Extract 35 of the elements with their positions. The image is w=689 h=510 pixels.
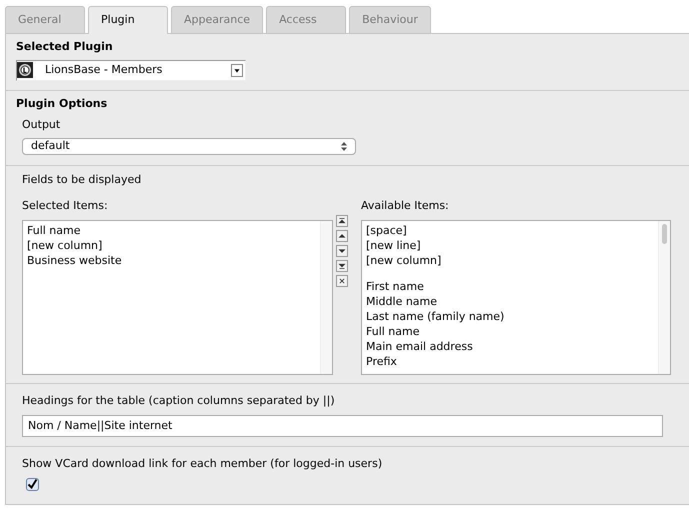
- field-label: Output: [22, 116, 62, 132]
- field-label: Headings for the table (caption columns separated by ||): [22, 393, 336, 409]
- list-label: Selected Items:: [22, 198, 109, 214]
- list-item[interactable]: Full name: [27, 223, 81, 238]
- list-label: Available Items:: [361, 198, 450, 214]
- list-item[interactable]: Middle name: [366, 294, 438, 309]
- updown-arrows-icon: [341, 142, 347, 151]
- remove-button[interactable]: [336, 274, 348, 286]
- tab[interactable]: Plugin: [88, 6, 168, 34]
- list-item[interactable]: [space]: [366, 223, 407, 238]
- output-select[interactable]: default: [22, 138, 356, 155]
- move-bottom-button[interactable]: [336, 260, 348, 272]
- plugin-select[interactable]: LionsBase - Members: [16, 60, 246, 80]
- scrollbar[interactable]: [658, 221, 670, 374]
- move-down-button[interactable]: [336, 244, 348, 256]
- scrollbar[interactable]: [320, 221, 332, 374]
- list-item[interactable]: [new column]: [27, 238, 102, 253]
- section-title: Selected Plugin: [16, 39, 114, 55]
- headings-input-field[interactable]: Nom / Name||Site internet: [22, 414, 663, 436]
- list-item[interactable]: Full name: [366, 324, 420, 339]
- list-item[interactable]: Last name (family name): [366, 309, 504, 324]
- section-title: Plugin Options: [16, 96, 108, 112]
- field-label: Fields to be displayed: [22, 172, 142, 188]
- selected-items-list[interactable]: Full name [new column] Business website: [22, 220, 333, 375]
- move-top-button[interactable]: [336, 214, 348, 226]
- list-item[interactable]: Prefix: [366, 354, 397, 369]
- list-item[interactable]: [new line]: [366, 238, 421, 253]
- checkbox[interactable]: [26, 478, 39, 490]
- available-items-list[interactable]: [space] [new line] [new column] First name Middle name Last name (family name) Full name Main email address Prefix: [361, 220, 671, 375]
- list-item[interactable]: First name: [366, 279, 424, 294]
- list-item[interactable]: Business website: [27, 253, 122, 268]
- move-up-button[interactable]: [336, 230, 348, 242]
- field-label: Show VCard download link for each member (for logged-in users): [22, 456, 384, 472]
- list-item[interactable]: [new column]: [366, 253, 442, 268]
- list-item[interactable]: Main email address: [366, 339, 473, 354]
